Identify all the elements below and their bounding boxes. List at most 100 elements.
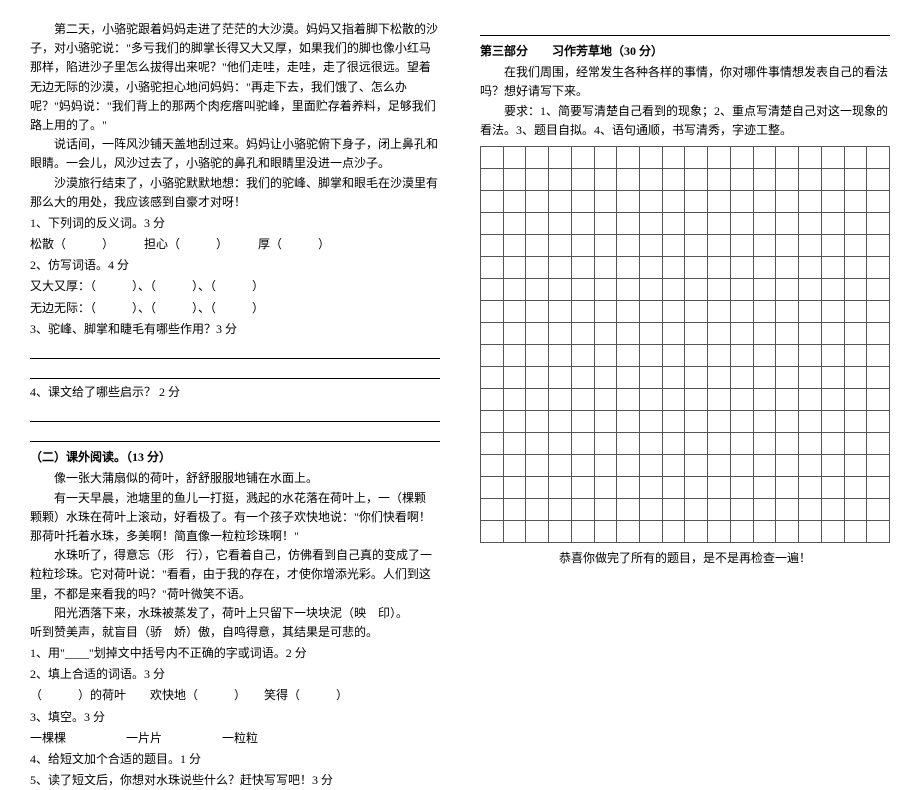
- grid-cell: [685, 190, 708, 212]
- grid-cell: [549, 344, 572, 366]
- grid-cell: [799, 520, 822, 542]
- grid-cell: [821, 212, 844, 234]
- grid-cell: [526, 366, 549, 388]
- grid-cell: [503, 256, 526, 278]
- grid-cell: [867, 520, 890, 542]
- grid-cell: [662, 300, 685, 322]
- grid-cell: [662, 410, 685, 432]
- grid-cell: [730, 168, 753, 190]
- grid-cell: [481, 432, 504, 454]
- grid-cell: [662, 388, 685, 410]
- grid-cell: [821, 234, 844, 256]
- grid-cell: [776, 498, 799, 520]
- grid-cell: [753, 520, 776, 542]
- grid-cell: [821, 388, 844, 410]
- grid-cell: [640, 256, 663, 278]
- grid-cell: [594, 212, 617, 234]
- grid-cell: [617, 190, 640, 212]
- grid-cell: [799, 322, 822, 344]
- grid-cell: [662, 234, 685, 256]
- grid-cell: [776, 454, 799, 476]
- grid-cell: [481, 278, 504, 300]
- grid-cell: [685, 432, 708, 454]
- grid-cell: [549, 322, 572, 344]
- grid-cell: [776, 212, 799, 234]
- grid-cell: [730, 322, 753, 344]
- grid-cell: [503, 476, 526, 498]
- grid-cell: [594, 190, 617, 212]
- grid-cell: [526, 454, 549, 476]
- grid-cell: [867, 212, 890, 234]
- grid-cell: [571, 520, 594, 542]
- grid-cell: [481, 256, 504, 278]
- grid-cell: [799, 278, 822, 300]
- grid-cell: [617, 432, 640, 454]
- grid-cell: [821, 476, 844, 498]
- grid-cell: [753, 410, 776, 432]
- grid-cell: [844, 146, 867, 168]
- grid-cell: [549, 146, 572, 168]
- grid-cell: [526, 388, 549, 410]
- grid-cell: [730, 520, 753, 542]
- grid-cell: [799, 432, 822, 454]
- grid-cell: [708, 190, 731, 212]
- grid-cell: [844, 300, 867, 322]
- question-2: 2、仿写词语。4 分: [30, 256, 440, 275]
- grid-cell: [640, 212, 663, 234]
- grid-cell: [481, 146, 504, 168]
- grid-cell: [571, 388, 594, 410]
- part3-title: 第三部分 习作芳草地（30 分）: [480, 42, 890, 61]
- grid-cell: [571, 212, 594, 234]
- grid-cell: [776, 476, 799, 498]
- grid-cell: [481, 388, 504, 410]
- grid-cell: [708, 432, 731, 454]
- grid-cell: [776, 432, 799, 454]
- grid-cell: [526, 344, 549, 366]
- grid-cell: [549, 454, 572, 476]
- grid-cell: [571, 476, 594, 498]
- grid-cell: [549, 498, 572, 520]
- grid-cell: [549, 520, 572, 542]
- grid-cell: [844, 190, 867, 212]
- grid-cell: [776, 322, 799, 344]
- grid-cell: [617, 300, 640, 322]
- part3-intro: 在我们周围，经常发生各种各样的事情，你对哪件事情想发表自己的看法吗？想好请写下来…: [480, 63, 890, 101]
- grid-cell: [844, 256, 867, 278]
- grid-cell: [481, 410, 504, 432]
- answer-line: [30, 426, 440, 442]
- grid-cell: [662, 146, 685, 168]
- reading-paragraph-5: 听到赞美声，就盲目（骄 娇）傲，自鸣得意，其结果是可悲的。: [30, 623, 440, 642]
- grid-cell: [549, 190, 572, 212]
- grid-cell: [662, 498, 685, 520]
- grid-cell: [571, 146, 594, 168]
- grid-cell: [594, 278, 617, 300]
- grid-cell: [821, 256, 844, 278]
- grid-cell: [640, 520, 663, 542]
- grid-cell: [821, 278, 844, 300]
- grid-cell: [685, 212, 708, 234]
- grid-cell: [549, 300, 572, 322]
- grid-cell: [730, 366, 753, 388]
- reading-q3-line: 一棵棵 一片片 一粒粒: [30, 729, 440, 748]
- grid-cell: [481, 300, 504, 322]
- grid-cell: [867, 454, 890, 476]
- grid-cell: [821, 366, 844, 388]
- grid-cell: [776, 146, 799, 168]
- grid-cell: [662, 190, 685, 212]
- grid-cell: [708, 256, 731, 278]
- grid-cell: [503, 190, 526, 212]
- grid-cell: [708, 212, 731, 234]
- grid-cell: [799, 454, 822, 476]
- grid-cell: [549, 256, 572, 278]
- grid-cell: [844, 410, 867, 432]
- grid-cell: [640, 432, 663, 454]
- grid-cell: [753, 168, 776, 190]
- reading-q2: 2、填上合适的词语。3 分: [30, 665, 440, 684]
- grid-cell: [617, 344, 640, 366]
- grid-cell: [571, 344, 594, 366]
- grid-cell: [753, 322, 776, 344]
- grid-cell: [776, 366, 799, 388]
- grid-cell: [526, 322, 549, 344]
- grid-cell: [730, 278, 753, 300]
- grid-cell: [617, 146, 640, 168]
